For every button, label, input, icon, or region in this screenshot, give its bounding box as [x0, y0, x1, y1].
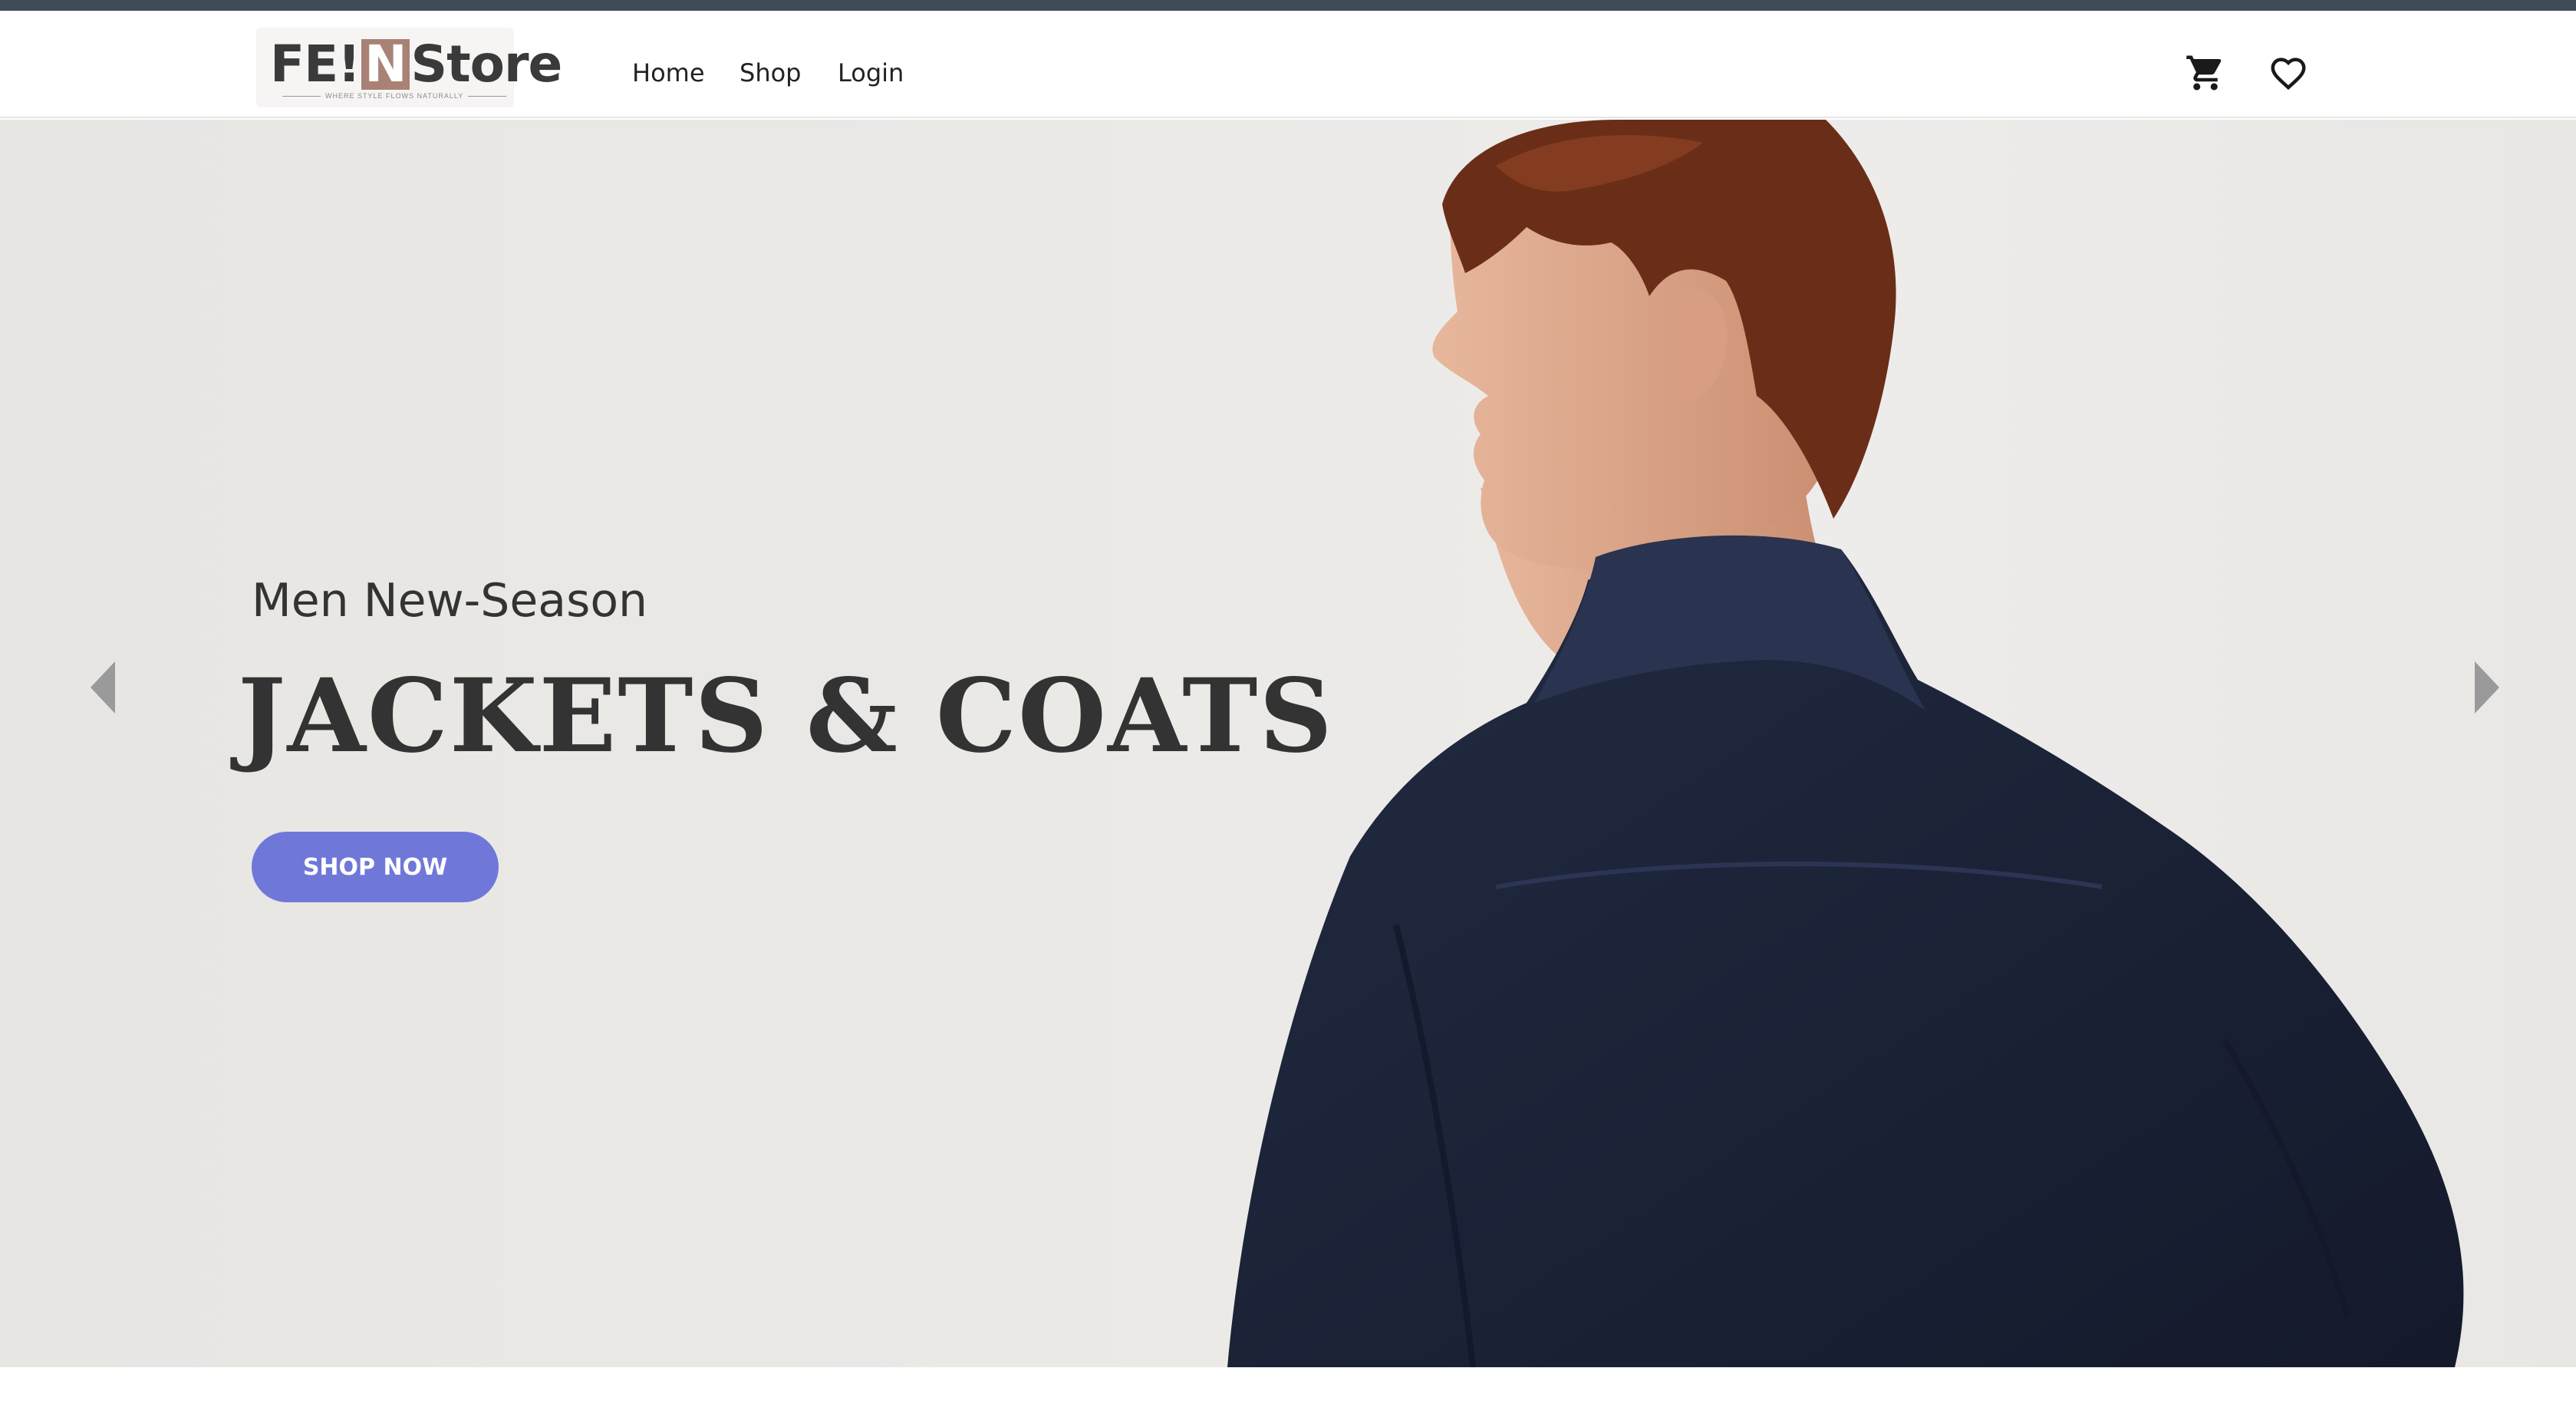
nav-link-shop[interactable]: Shop: [740, 58, 801, 87]
hero-slider: Men New-Season JACKETS & COATS SHOP NOW: [0, 120, 2576, 1367]
logo[interactable]: FE!NStore WHERE STYLE FLOWS NATURALLY: [256, 28, 562, 107]
logo-suffix: Store: [410, 35, 563, 94]
nav-link-home[interactable]: Home: [632, 58, 705, 87]
chevron-right-icon: [2475, 661, 2499, 714]
heart-icon: [2271, 58, 2306, 91]
wishlist-button[interactable]: [2268, 52, 2309, 94]
chevron-left-icon: [91, 661, 115, 714]
logo-tagline: WHERE STYLE FLOWS NATURALLY: [278, 92, 500, 100]
nav-link-login[interactable]: Login: [838, 58, 904, 87]
top-accent-bar: [0, 0, 2576, 11]
slider-next-button[interactable]: [2472, 658, 2502, 717]
shop-now-button[interactable]: SHOP NOW: [252, 832, 499, 902]
hero-subtitle: Men New-Season: [252, 574, 648, 628]
cart-icon: [2186, 55, 2222, 91]
hero-headline: JACKETS & COATS: [238, 657, 1334, 776]
logo-n-block: N: [361, 39, 410, 90]
logo-wordmark: FE!NStore: [270, 34, 562, 95]
navbar: FE!NStore WHERE STYLE FLOWS NATURALLY Ho…: [0, 11, 2576, 118]
logo-prefix: FE!: [270, 35, 361, 94]
slider-prev-button[interactable]: [87, 658, 118, 717]
cart-button[interactable]: [2185, 52, 2226, 94]
